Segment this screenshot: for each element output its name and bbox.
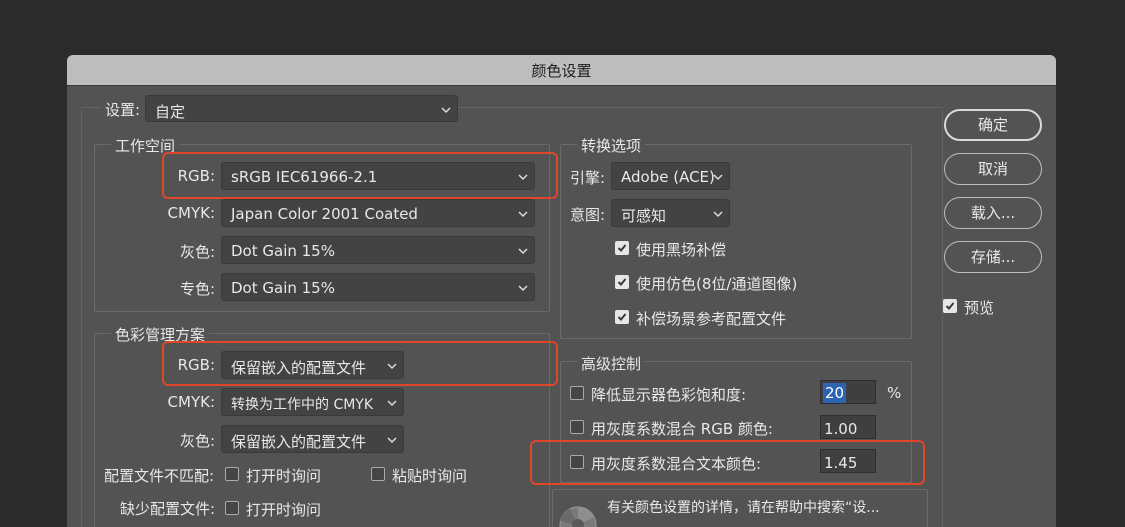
highlight-ws-rgb — [162, 152, 558, 199]
chevron-down-icon — [713, 211, 723, 218]
ws-cmyk-label: CMYK: — [167, 204, 215, 222]
mismatch-paste-checkbox[interactable] — [371, 467, 385, 481]
policy-gray-value: 保留嵌入的配置文件 — [231, 433, 367, 451]
dither-checkbox[interactable] — [615, 275, 629, 289]
ws-spot-label: 专色: — [179, 280, 215, 298]
ws-cmyk-value: Japan Color 2001 Coated — [231, 205, 418, 223]
mismatch-open-checkbox[interactable] — [225, 467, 239, 481]
intent-value: 可感知 — [621, 207, 667, 225]
blend-rgb-label: 用灰度系数混合 RGB 颜色: — [591, 420, 773, 438]
blend-rgb-value: 1.00 — [824, 420, 858, 438]
checkmark-icon — [617, 278, 627, 286]
conversion-legend: 转换选项 — [577, 135, 646, 156]
cancel-button[interactable]: 取消 — [944, 153, 1042, 185]
load-button[interactable]: 载入... — [944, 197, 1042, 229]
color-wheel-icon — [559, 506, 597, 527]
policy-gray-dropdown[interactable]: 保留嵌入的配置文件 — [221, 425, 404, 453]
policy-cmyk-value: 转换为工作中的 CMYK — [231, 397, 374, 413]
engine-label: 引擎: — [570, 169, 606, 187]
settings-label: 设置: — [101, 99, 145, 120]
chevron-down-icon — [518, 248, 528, 255]
blend-rgb-checkbox[interactable] — [570, 420, 584, 434]
desaturate-label: 降低显示器色彩饱和度: — [591, 386, 747, 404]
preview-label: 预览 — [964, 299, 995, 317]
ws-spot-value: Dot Gain 15% — [231, 279, 335, 297]
advanced-legend: 高级控制 — [577, 353, 646, 374]
checkmark-icon — [617, 313, 627, 321]
policy-cmyk-label: CMYK: — [167, 393, 215, 411]
checkmark-icon — [945, 302, 955, 310]
title-bar: 颜色设置 — [67, 55, 1056, 86]
checkmark-icon — [617, 244, 627, 252]
missing-open-checkbox[interactable] — [225, 501, 239, 515]
compensate-scene-checkbox[interactable] — [615, 310, 629, 324]
missing-label: 缺少配置文件: — [120, 500, 216, 518]
chevron-down-icon — [713, 174, 723, 181]
mismatch-open-label: 打开时询问 — [246, 467, 322, 485]
policy-gray-label: 灰色: — [179, 432, 215, 450]
ws-spot-dropdown[interactable]: Dot Gain 15% — [221, 273, 535, 301]
ws-cmyk-dropdown[interactable]: Japan Color 2001 Coated — [221, 199, 535, 227]
highlight-policy-rgb — [162, 341, 558, 386]
preview-checkbox[interactable] — [943, 299, 957, 313]
mismatch-paste-label: 粘贴时询问 — [392, 467, 468, 485]
desaturate-value: 20 — [823, 383, 847, 403]
ok-button[interactable]: 确定 — [944, 109, 1042, 141]
chevron-down-icon — [387, 437, 397, 444]
settings-value: 自定 — [155, 103, 186, 121]
chevron-down-icon — [518, 211, 528, 218]
description-text: 有关颜色设置的详情，请在帮助中搜索“设... — [607, 500, 880, 516]
settings-dropdown[interactable]: 自定 — [145, 95, 458, 122]
mismatch-label: 配置文件不匹配: — [104, 467, 215, 485]
desaturate-unit: % — [887, 384, 902, 402]
compensate-scene-label: 补偿场景参考配置文件 — [636, 310, 787, 328]
dither-label: 使用仿色(8位/通道图像) — [636, 275, 798, 293]
black-point-checkbox[interactable] — [615, 241, 629, 255]
dialog-title: 颜色设置 — [531, 62, 592, 80]
missing-open-label: 打开时询问 — [246, 501, 322, 519]
intent-label: 意图: — [570, 206, 606, 224]
chevron-down-icon — [518, 285, 528, 292]
ws-gray-dropdown[interactable]: Dot Gain 15% — [221, 236, 535, 264]
black-point-label: 使用黑场补偿 — [636, 241, 727, 259]
desaturate-input[interactable]: 20 — [820, 380, 876, 404]
policy-cmyk-dropdown[interactable]: 转换为工作中的 CMYK — [221, 388, 404, 416]
desaturate-checkbox[interactable] — [570, 386, 584, 400]
ws-gray-value: Dot Gain 15% — [231, 242, 335, 260]
engine-dropdown[interactable]: Adobe (ACE) — [611, 162, 730, 190]
engine-value: Adobe (ACE) — [621, 168, 715, 186]
chevron-down-icon — [441, 107, 451, 114]
ws-gray-label: 灰色: — [179, 243, 215, 261]
save-button[interactable]: 存储... — [944, 241, 1042, 273]
intent-dropdown[interactable]: 可感知 — [611, 199, 730, 227]
blend-rgb-input[interactable]: 1.00 — [820, 415, 876, 439]
highlight-blend-text — [530, 440, 925, 485]
chevron-down-icon — [387, 400, 397, 407]
